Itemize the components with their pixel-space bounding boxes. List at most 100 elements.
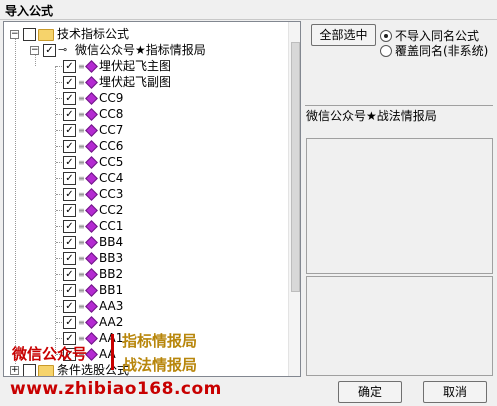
- item-checkbox[interactable]: ✓: [63, 204, 76, 217]
- formula-icon: ≡: [78, 62, 85, 71]
- item-checkbox[interactable]: ✓: [63, 300, 76, 313]
- root2-checkbox[interactable]: [23, 364, 36, 376]
- tree-item[interactable]: ✓ ≡ 埋伏起飞主图: [4, 58, 284, 74]
- tree-item-label: CC6: [99, 139, 124, 153]
- tree-guide-line: [56, 98, 62, 99]
- tree-item[interactable]: ✓ ≡ CC2: [4, 202, 284, 218]
- tree-item-label: CC7: [99, 123, 124, 137]
- formula-icon: ≡: [78, 286, 85, 295]
- tree-item[interactable]: ✓ ≡ CC7: [4, 122, 284, 138]
- item-checkbox[interactable]: ✓: [63, 188, 76, 201]
- item-checkbox[interactable]: ✓: [63, 252, 76, 265]
- diamond-icon: [85, 204, 98, 217]
- item-checkbox[interactable]: ✓: [63, 284, 76, 297]
- formula-icon: ≡: [78, 126, 85, 135]
- tree-node-label: 技术指标公式: [57, 27, 130, 41]
- formula-icon: ≡: [78, 142, 85, 151]
- root-checkbox[interactable]: [23, 28, 36, 41]
- folder-icon: [38, 29, 54, 41]
- item-checkbox[interactable]: ✓: [63, 124, 76, 137]
- tree-item[interactable]: ✓ ≡ BB4: [4, 234, 284, 250]
- tree-guide-line: [56, 274, 62, 275]
- group-checkbox[interactable]: ✓: [43, 44, 56, 57]
- tree-item[interactable]: ✓ ≡ CC9: [4, 90, 284, 106]
- tree-node-root[interactable]: − 技术指标公式: [4, 26, 284, 42]
- watermark-wechat: 微信公众号: [12, 345, 88, 363]
- select-all-button[interactable]: 全部选中: [311, 24, 376, 46]
- item-checkbox[interactable]: ✓: [63, 140, 76, 153]
- overwrite-radio[interactable]: [380, 45, 392, 57]
- tree-item[interactable]: ✓ ≡ CC6: [4, 138, 284, 154]
- formula-icon: ≡: [78, 222, 85, 231]
- diamond-icon: [85, 92, 98, 105]
- item-checkbox[interactable]: ✓: [63, 172, 76, 185]
- formula-icon: ≡: [78, 318, 85, 327]
- collapse-icon[interactable]: −: [30, 46, 39, 55]
- tree-item[interactable]: ✓ ≡ CC4: [4, 170, 284, 186]
- item-checkbox[interactable]: ✓: [63, 316, 76, 329]
- diamond-icon: [85, 76, 98, 89]
- item-checkbox[interactable]: ✓: [63, 108, 76, 121]
- tree-item-label: AA2: [99, 315, 124, 329]
- item-checkbox[interactable]: ✓: [63, 76, 76, 89]
- tree-guide-line: [56, 130, 62, 131]
- ok-button[interactable]: 确定: [338, 381, 402, 403]
- formula-icon: ≡: [78, 174, 85, 183]
- overwrite-label: 覆盖同名(非系统): [395, 44, 489, 58]
- tree-item[interactable]: ✓ ≡ AA3: [4, 298, 284, 314]
- tree-guide-line: [56, 162, 62, 163]
- diamond-icon: [85, 156, 98, 169]
- item-checkbox[interactable]: ✓: [63, 92, 76, 105]
- tree-item[interactable]: ✓ ≡ CC5: [4, 154, 284, 170]
- scrollbar-thumb[interactable]: [291, 42, 300, 292]
- no-import-radio[interactable]: [380, 30, 392, 42]
- tree-item-label: 埋伏起飞主图: [99, 59, 172, 73]
- vertical-scrollbar[interactable]: [288, 22, 300, 376]
- watermark-divider: [111, 334, 114, 370]
- tree-node-group[interactable]: − ✓ ⊸ 微信公众号★指标情报局: [4, 42, 284, 58]
- tree-item[interactable]: ✓ ≡ CC1: [4, 218, 284, 234]
- watermark-url: www.zhibiao168.com: [10, 379, 222, 399]
- item-checkbox[interactable]: ✓: [63, 268, 76, 281]
- item-checkbox[interactable]: ✓: [63, 156, 76, 169]
- detail-panel: [306, 276, 493, 376]
- tree-item[interactable]: ✓ ≡ CC8: [4, 106, 284, 122]
- formula-tree[interactable]: − 技术指标公式 − ✓ ⊸ 微信公众号★指标情报局 ✓ ≡ 埋伏起飞主图 ✓ ≡ 埋伏起…: [3, 21, 301, 377]
- diamond-icon: [85, 140, 98, 153]
- formula-icon: ≡: [78, 94, 85, 103]
- diamond-icon: [85, 108, 98, 121]
- tree-item-label: CC4: [99, 171, 124, 185]
- tree-guide-line: [56, 322, 62, 323]
- expand-icon[interactable]: +: [10, 366, 19, 375]
- diamond-icon: [85, 300, 98, 313]
- tree-guide-line: [56, 66, 62, 67]
- tree-item[interactable]: ✓ ≡ CC3: [4, 186, 284, 202]
- item-checkbox[interactable]: ✓: [63, 60, 76, 73]
- tree-item[interactable]: ✓ ≡ BB1: [4, 282, 284, 298]
- tree-item[interactable]: ✓ ≡ 埋伏起飞副图: [4, 74, 284, 90]
- title-bar: 导入公式: [0, 0, 497, 20]
- diamond-icon: [85, 188, 98, 201]
- formula-icon: ≡: [78, 334, 85, 343]
- cancel-button[interactable]: 取消: [423, 381, 487, 403]
- tree-guide-line: [56, 242, 62, 243]
- tree-item[interactable]: ✓ ≡ BB3: [4, 250, 284, 266]
- tree-item[interactable]: ✓ ≡ BB2: [4, 266, 284, 282]
- diamond-icon: [85, 268, 98, 281]
- item-checkbox[interactable]: ✓: [63, 236, 76, 249]
- watermark-indicator: 指标情报局: [122, 332, 198, 350]
- diamond-icon: [85, 124, 98, 137]
- formula-icon: ≡: [78, 158, 85, 167]
- diamond-icon: [85, 252, 98, 265]
- tree-item-label: CC9: [99, 91, 124, 105]
- tree-item-label: BB2: [99, 267, 124, 281]
- diamond-icon: [85, 316, 98, 329]
- diamond-icon: [85, 332, 98, 345]
- diamond-icon: [85, 60, 98, 73]
- formula-icon: ≡: [78, 206, 85, 215]
- collapse-icon[interactable]: −: [10, 30, 19, 39]
- tree-guide-line: [56, 258, 62, 259]
- tree-item[interactable]: ✓ ≡ AA2: [4, 314, 284, 330]
- diamond-icon: [85, 220, 98, 233]
- item-checkbox[interactable]: ✓: [63, 220, 76, 233]
